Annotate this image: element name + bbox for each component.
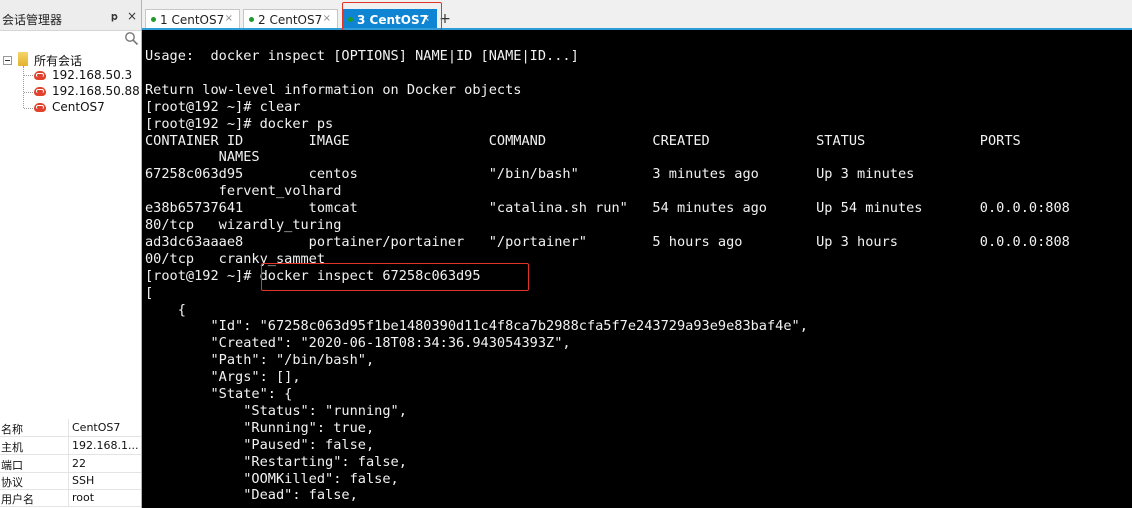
session-label: 192.168.50.88: [52, 84, 140, 98]
connected-dot-icon: [249, 17, 254, 22]
terminal-line: NAMES: [145, 149, 260, 166]
property-row: 主机 192.168.1...: [0, 437, 141, 455]
terminal-line: 67258c063d95 centos "/bin/bash" 3 minute…: [145, 166, 915, 183]
tab-centos7-2[interactable]: 2 CentOS7 ×: [243, 9, 338, 29]
terminal-line: "Id": "67258c063d95f1be1480390d11c4f8ca7…: [145, 318, 808, 335]
tree-connector: [23, 66, 24, 108]
property-divider: [68, 419, 69, 436]
terminal-line: Usage: docker inspect [OPTIONS] NAME|ID …: [145, 48, 579, 64]
app-window: 会话管理器 𝐩 × 所有会话 192.168.50.3 192.168.50.8…: [0, 0, 1132, 508]
terminal-line: "OOMKilled": false,: [145, 470, 399, 487]
session-manager-header: 会话管理器 𝐩 ×: [0, 0, 141, 31]
tree-connector: [24, 92, 33, 93]
session-label: 192.168.50.3: [52, 68, 133, 82]
tree-root-label: 所有会话: [34, 54, 83, 68]
property-row: 用户名 root: [0, 489, 141, 507]
terminal-line: "Dead": false,: [145, 487, 358, 504]
tab-bar: 1 CentOS7 × 2 CentOS7 × 3 CentOS7 × +: [142, 0, 1132, 30]
terminal-line: {: [145, 301, 186, 318]
session-search-row[interactable]: [0, 30, 141, 48]
terminal-line: "State": {: [145, 386, 293, 402]
property-divider: [68, 489, 69, 506]
terminal-line: ad3dc63aaae8 portainer/portainer "/porta…: [145, 233, 1070, 250]
terminal-line: CONTAINER ID IMAGE COMMAND CREATED STATU…: [145, 132, 1021, 149]
property-key: 协议: [1, 476, 23, 489]
pin-icon[interactable]: 𝐩: [111, 10, 118, 24]
close-icon[interactable]: ×: [225, 13, 233, 24]
property-value: SSH: [72, 474, 95, 487]
command-highlight-box: [261, 263, 529, 291]
folder-icon: [18, 52, 28, 66]
session-label: CentOS7: [52, 100, 105, 114]
terminal-line: [root@192 ~]# clear: [145, 98, 301, 115]
session-manager-panel: 会话管理器 𝐩 × 所有会话 192.168.50.3 192.168.50.8…: [0, 0, 142, 508]
terminal-line: "Created": "2020-06-18T08:34:36.94305439…: [145, 335, 571, 352]
property-divider: [68, 455, 69, 472]
terminal-line: "Path": "/bin/bash",: [145, 352, 375, 369]
property-row: 名称 CentOS7: [0, 419, 141, 437]
host-icon: [34, 103, 46, 112]
terminal-line: "Status": "running",: [145, 402, 407, 419]
tab-centos7-1[interactable]: 1 CentOS7 ×: [145, 9, 240, 29]
property-value: 22: [72, 457, 86, 470]
terminal-line: fervent_volhard: [145, 183, 342, 200]
property-key: 主机: [1, 441, 23, 454]
property-value: 192.168.1...: [72, 439, 139, 452]
close-icon[interactable]: ×: [323, 13, 331, 24]
close-icon[interactable]: ×: [127, 9, 137, 23]
property-row: 端口 22: [0, 455, 141, 473]
property-divider: [68, 472, 69, 489]
terminal-line: "Args": [],: [145, 369, 301, 386]
connected-dot-icon: [151, 17, 156, 22]
terminal-line: "Running": true,: [145, 419, 375, 436]
property-divider: [68, 437, 69, 454]
active-tab-highlight-box: [342, 2, 442, 31]
terminal-line: e38b65737641 tomcat "catalina.sh run" 54…: [145, 200, 1070, 217]
host-icon: [34, 87, 46, 96]
search-icon[interactable]: [124, 31, 139, 46]
property-value: root: [72, 491, 95, 504]
tab-label: 2 CentOS7: [258, 13, 323, 27]
tree-connector: [24, 75, 33, 76]
terminal-line: [root@192 ~]# docker ps: [145, 115, 334, 132]
property-value: CentOS7: [72, 421, 121, 434]
property-key: 名称: [1, 423, 23, 436]
terminal-output[interactable]: Usage: docker inspect [OPTIONS] NAME|ID …: [142, 30, 1132, 508]
collapse-icon[interactable]: [3, 56, 12, 65]
tree-connector: [24, 108, 33, 109]
session-manager-title: 会话管理器: [2, 13, 63, 27]
property-key: 用户名: [1, 493, 34, 506]
terminal-line: "Paused": false,: [145, 436, 375, 453]
terminal-line: "Restarting": false,: [145, 453, 407, 470]
terminal-line: Return low-level information on Docker o…: [145, 81, 522, 98]
terminal-line: [: [145, 284, 154, 301]
terminal-line: 80/tcp wizardly_turing: [145, 217, 342, 233]
property-row: 协议 SSH: [0, 472, 141, 490]
tab-label: 1 CentOS7: [160, 13, 225, 27]
property-key: 端口: [1, 459, 23, 472]
host-icon: [34, 71, 46, 80]
